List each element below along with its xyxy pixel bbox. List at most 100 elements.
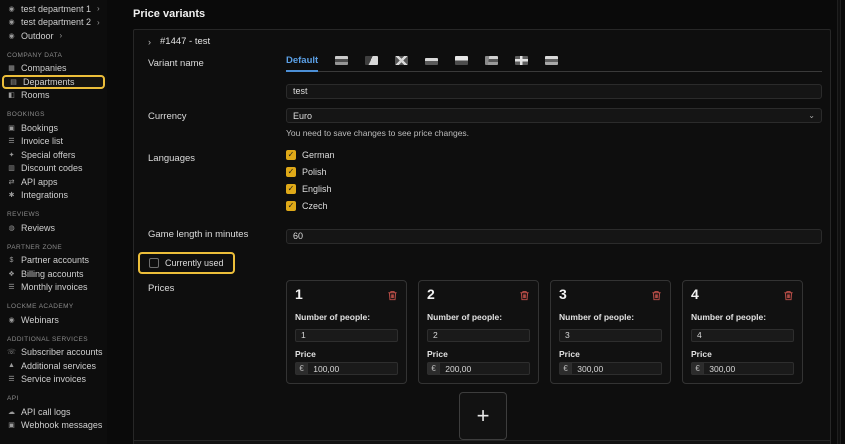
sidebar-item-companies[interactable]: ▦ Companies bbox=[0, 62, 107, 76]
variant-form: Variant name Default bbox=[134, 51, 830, 440]
add-price-button[interactable]: + bbox=[459, 392, 507, 440]
sidebar-item-special-offers[interactable]: ✦ Special offers bbox=[0, 148, 107, 162]
sidebar-item-label: test department 1 bbox=[21, 4, 91, 14]
sidebar-item-discount-codes[interactable]: ▥ Discount codes bbox=[0, 162, 107, 176]
people-input[interactable] bbox=[295, 329, 398, 342]
flag-tab-3-icon[interactable] bbox=[395, 56, 408, 65]
sidebar-item-api-apps[interactable]: ⇄ API apps bbox=[0, 175, 107, 189]
sidebar-item-departments[interactable]: ▤ Departments bbox=[2, 75, 105, 89]
game-length-label: Game length in minutes bbox=[148, 226, 286, 244]
sidebar-item-label: Subscriber accounts bbox=[21, 347, 103, 357]
variant-panel: › #1447 - test Variant name Default bbox=[133, 29, 831, 444]
game-length-input[interactable] bbox=[286, 229, 822, 244]
sidebar-item-additional-services[interactable]: ▲ Additional services bbox=[0, 359, 107, 373]
currently-used-checkbox[interactable]: Currently used bbox=[138, 252, 235, 274]
sidebar-item-rooms[interactable]: ◧ Rooms bbox=[0, 89, 107, 103]
sidebar-item-test-department-1[interactable]: ◉ test department 1 › bbox=[0, 2, 107, 16]
flag-tab-1-icon[interactable] bbox=[335, 56, 348, 65]
sidebar-section-partner-zone: PARTNER ZONE bbox=[0, 235, 107, 254]
services-icon: ▲ bbox=[7, 362, 16, 369]
language-checkbox-german[interactable]: ✓ German bbox=[286, 150, 822, 160]
sidebar-item-label: Outdoor bbox=[21, 31, 54, 41]
currency-hint: You need to save changes to see price ch… bbox=[286, 128, 822, 138]
people-input[interactable] bbox=[427, 329, 530, 342]
sidebar-item-label: Reviews bbox=[21, 223, 55, 233]
sidebar-item-label: Webinars bbox=[21, 315, 59, 325]
sidebar-item-integrations[interactable]: ✱ Integrations bbox=[0, 189, 107, 203]
chat-icon: ◍ bbox=[7, 224, 16, 232]
price-input[interactable] bbox=[703, 362, 794, 375]
price-card-3: 3 Number of people: Price € bbox=[550, 280, 671, 384]
flag-tab-7-icon[interactable] bbox=[515, 56, 528, 65]
language-checkbox-english[interactable]: ✓ English bbox=[286, 184, 822, 194]
sidebar-item-label: Bookings bbox=[21, 123, 58, 133]
currency-select[interactable]: Euro ⌄ bbox=[286, 108, 822, 123]
sidebar-item-reviews[interactable]: ◍ Reviews bbox=[0, 221, 107, 235]
people-label: Number of people: bbox=[559, 312, 662, 322]
sidebar-item-subscriber-accounts[interactable]: ☏ Subscriber accounts bbox=[0, 346, 107, 360]
sidebar-item-label: Rooms bbox=[21, 90, 50, 100]
sidebar-item-label: Special offers bbox=[21, 150, 75, 160]
sidebar-item-api-call-logs[interactable]: ☁ API call logs bbox=[0, 405, 107, 419]
flag-tab-2-icon[interactable] bbox=[365, 56, 378, 65]
people-label: Number of people: bbox=[295, 312, 398, 322]
document-icon: ☰ bbox=[7, 283, 16, 291]
sidebar-item-bookings[interactable]: ▣ Bookings bbox=[0, 121, 107, 135]
flag-tab-8-icon[interactable] bbox=[545, 56, 558, 65]
scrollbar-track[interactable] bbox=[837, 0, 841, 444]
pin-icon: ◉ bbox=[7, 18, 16, 26]
variant-name-input[interactable] bbox=[286, 84, 822, 99]
price-card-2: 2 Number of people: Price € bbox=[418, 280, 539, 384]
currency-selected-value: Euro bbox=[293, 111, 312, 121]
people-input[interactable] bbox=[691, 329, 794, 342]
price-label: Price bbox=[691, 349, 794, 359]
departments-icon: ▤ bbox=[9, 78, 18, 86]
trash-icon[interactable] bbox=[651, 288, 662, 306]
price-card-1: 1 Number of people: Price € bbox=[286, 280, 407, 384]
sidebar-item-service-invoices[interactable]: ☰ Service invoices bbox=[0, 373, 107, 387]
price-input[interactable] bbox=[439, 362, 530, 375]
tab-default[interactable]: Default bbox=[286, 55, 318, 72]
integrations-icon: ✱ bbox=[7, 191, 16, 199]
flag-tab-4-icon[interactable] bbox=[425, 58, 438, 65]
sidebar-item-partner-accounts[interactable]: $ Partner accounts bbox=[0, 254, 107, 268]
flag-tab-6-icon[interactable] bbox=[485, 56, 498, 65]
sidebar-item-webinars[interactable]: ◉ Webinars bbox=[0, 313, 107, 327]
flag-tab-5-icon[interactable] bbox=[455, 56, 468, 65]
price-input[interactable] bbox=[307, 362, 398, 375]
sidebar-item-label: Service invoices bbox=[21, 374, 86, 384]
people-input[interactable] bbox=[559, 329, 662, 342]
sidebar-item-outdoor[interactable]: ◉ Outdoor › bbox=[0, 29, 107, 43]
main-content: Price variants › #1447 - test Variant na… bbox=[107, 0, 845, 444]
checkbox-label: Czech bbox=[302, 201, 328, 211]
price-label: Price bbox=[559, 349, 662, 359]
price-input[interactable] bbox=[571, 362, 662, 375]
trash-icon[interactable] bbox=[387, 288, 398, 306]
chevron-right-icon: › bbox=[97, 4, 100, 13]
sidebar-item-label: Integrations bbox=[21, 190, 68, 200]
sidebar-item-webhook-messages[interactable]: ▣ Webhook messages bbox=[0, 419, 107, 433]
document-icon: ☰ bbox=[7, 375, 16, 383]
checkbox-label: English bbox=[302, 184, 332, 194]
sidebar-item-invoice-list[interactable]: ☰ Invoice list bbox=[0, 135, 107, 149]
variant-1408-header[interactable]: › #1408 - dom weeknd bbox=[134, 440, 830, 444]
sidebar-item-label: Invoice list bbox=[21, 136, 63, 146]
sidebar-item-monthly-invoices[interactable]: ☰ Monthly invoices bbox=[0, 281, 107, 295]
currently-used-label: Currently used bbox=[165, 258, 224, 268]
price-card-number: 3 bbox=[559, 286, 567, 302]
sidebar-item-label: Partner accounts bbox=[21, 255, 89, 265]
checkbox-label: Polish bbox=[302, 167, 327, 177]
variant-1447-header[interactable]: › #1447 - test bbox=[134, 30, 830, 51]
price-label: Price bbox=[427, 349, 530, 359]
currency-label: Currency bbox=[148, 108, 286, 138]
trash-icon[interactable] bbox=[783, 288, 794, 306]
checkbox-label: German bbox=[302, 150, 335, 160]
people-label: Number of people: bbox=[427, 312, 530, 322]
sidebar-item-billing-accounts[interactable]: ❖ Billing accounts bbox=[0, 267, 107, 281]
language-checkbox-polish[interactable]: ✓ Polish bbox=[286, 167, 822, 177]
sidebar-item-test-department-2[interactable]: ◉ test department 2 › bbox=[0, 16, 107, 30]
checked-checkbox-icon: ✓ bbox=[286, 201, 296, 211]
language-checkbox-czech[interactable]: ✓ Czech bbox=[286, 201, 822, 211]
trash-icon[interactable] bbox=[519, 288, 530, 306]
price-card-4: 4 Number of people: Price € bbox=[682, 280, 803, 384]
